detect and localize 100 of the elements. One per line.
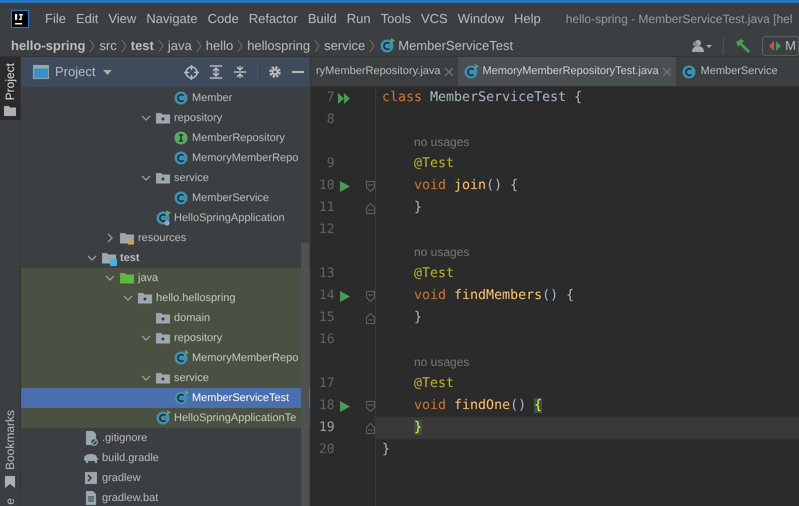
tree-item[interactable]: MemberRepository — [21, 128, 310, 148]
app-logo-icon — [11, 10, 29, 28]
unfold-icon[interactable] — [366, 422, 375, 434]
usage-hint[interactable]: no usages — [414, 353, 470, 371]
breadcrumb[interactable]: test — [130, 36, 154, 56]
interface-icon — [173, 130, 189, 146]
tree-item[interactable]: gradlew — [21, 468, 310, 488]
usage-hint[interactable]: no usages — [414, 133, 470, 151]
tree-item[interactable]: domain — [21, 308, 310, 328]
chevron-right-icon — [120, 38, 127, 52]
tree-item[interactable]: HelloSpringApplicationTe — [21, 408, 310, 428]
chevron-right-icon — [369, 38, 376, 52]
chevron-right-icon[interactable] — [107, 233, 113, 243]
unfold-icon[interactable] — [366, 312, 375, 324]
tree-item[interactable]: service — [21, 368, 310, 388]
fold-icon[interactable] — [366, 180, 375, 192]
line-number: 15 — [318, 309, 335, 328]
package-folder-icon — [155, 170, 171, 186]
tree-item[interactable]: MemberServiceTest — [21, 388, 310, 408]
run-configuration-button[interactable]: M — [762, 36, 799, 56]
line-number: 17 — [318, 375, 335, 394]
code-line: } — [382, 441, 390, 460]
breadcrumb[interactable]: hello-spring — [11, 36, 86, 56]
chevron-down-icon[interactable] — [141, 375, 151, 381]
class-icon — [680, 64, 697, 80]
unfold-icon[interactable] — [366, 202, 375, 214]
settings-icon[interactable] — [268, 65, 282, 79]
users-dropdown-icon[interactable] — [691, 38, 714, 52]
close-icon[interactable] — [444, 68, 453, 76]
menu-item[interactable]: Window — [452, 9, 509, 29]
tree-item[interactable]: MemberService — [21, 188, 310, 208]
tool-window-tab[interactable]: Bookmarks — [0, 404, 20, 492]
menu-item[interactable]: File — [40, 9, 71, 29]
tree-item[interactable]: resources — [21, 228, 310, 248]
usage-hint[interactable]: no usages — [414, 243, 470, 261]
tree-item[interactable]: build.gradle — [21, 448, 310, 468]
file-icon — [83, 430, 99, 446]
test-class-icon — [173, 350, 189, 366]
folder-icon — [119, 270, 135, 286]
locate-icon[interactable] — [184, 64, 199, 80]
collapse-all-icon[interactable] — [233, 65, 247, 79]
run-icon[interactable] — [340, 180, 350, 192]
editor-tab[interactable]: MemoryMemberRepositoryTest.java — [458, 57, 676, 86]
folder-icon — [101, 250, 117, 266]
expand-all-icon[interactable] — [209, 65, 223, 79]
project-view-dropdown[interactable]: Project — [55, 62, 112, 82]
fold-icon[interactable] — [366, 400, 375, 412]
menu-item[interactable]: Edit — [70, 9, 104, 29]
chevron-down-icon[interactable] — [141, 335, 151, 341]
code-line: void join() { — [414, 177, 518, 196]
run-icon[interactable] — [340, 400, 350, 412]
line-number: 12 — [318, 221, 335, 240]
menu-item[interactable]: View — [103, 9, 142, 29]
fold-icon[interactable] — [366, 290, 375, 302]
code-line: @Test — [414, 155, 454, 174]
menu-item[interactable]: Code — [202, 9, 244, 29]
tree-item[interactable]: hello.hellospring — [21, 288, 310, 308]
chevron-down-icon[interactable] — [123, 295, 133, 301]
breadcrumb[interactable]: src — [99, 36, 117, 56]
tree-item[interactable]: MemoryMemberRepo — [21, 148, 310, 168]
test-class-icon — [462, 64, 479, 80]
breadcrumb[interactable]: hello — [206, 36, 234, 56]
code-line: class MemberServiceTest { — [382, 89, 582, 108]
line-number: 8 — [326, 111, 335, 130]
menu-item[interactable]: Build — [302, 9, 342, 29]
test-class-icon — [173, 390, 189, 406]
breadcrumb[interactable]: hellospring — [247, 36, 310, 56]
menu-item[interactable]: Tools — [376, 9, 416, 29]
tree-item[interactable]: gradlew.bat — [21, 488, 310, 506]
chevron-down-icon[interactable] — [87, 255, 97, 261]
tool-window-tab[interactable]: Project — [0, 57, 20, 120]
chevron-down-icon[interactable] — [141, 115, 151, 121]
window-title: hello-spring - MemberServiceTest.java [hel — [566, 11, 792, 28]
chevron-down-icon[interactable] — [105, 275, 115, 281]
menu-item[interactable]: Run — [342, 9, 376, 29]
tree-item[interactable]: MemoryMemberRepo — [21, 348, 310, 368]
line-number: 7 — [326, 89, 335, 108]
menu-item[interactable]: Refactor — [244, 9, 303, 29]
run-all-icon[interactable] — [338, 92, 352, 104]
tree-item[interactable]: Member — [21, 88, 310, 108]
tree-item[interactable]: repository — [21, 108, 310, 128]
breadcrumb[interactable]: MemberServiceTest — [379, 36, 514, 56]
menu-item[interactable]: Navigate — [141, 9, 203, 29]
tree-item[interactable]: HelloSpringApplication — [21, 208, 310, 228]
tool-window-tab[interactable]: e — [0, 492, 20, 506]
tree-item[interactable]: service — [21, 168, 310, 188]
tree-item[interactable]: java — [21, 268, 310, 288]
chevron-down-icon[interactable] — [141, 175, 151, 181]
breadcrumb[interactable]: java — [168, 36, 192, 56]
tree-item[interactable]: .gitignore — [21, 428, 310, 448]
tree-item[interactable]: repository — [21, 328, 310, 348]
menu-item[interactable]: Help — [508, 9, 546, 29]
scrollbar-thumb[interactable] — [301, 243, 309, 506]
line-number: 18 — [318, 397, 335, 416]
run-icon[interactable] — [340, 290, 350, 302]
tree-item[interactable]: test — [21, 248, 310, 268]
runnable-class-icon — [155, 210, 171, 226]
hammer-icon[interactable] — [734, 38, 752, 54]
menu-item[interactable]: VCS — [416, 9, 453, 29]
breadcrumb[interactable]: service — [324, 36, 366, 56]
